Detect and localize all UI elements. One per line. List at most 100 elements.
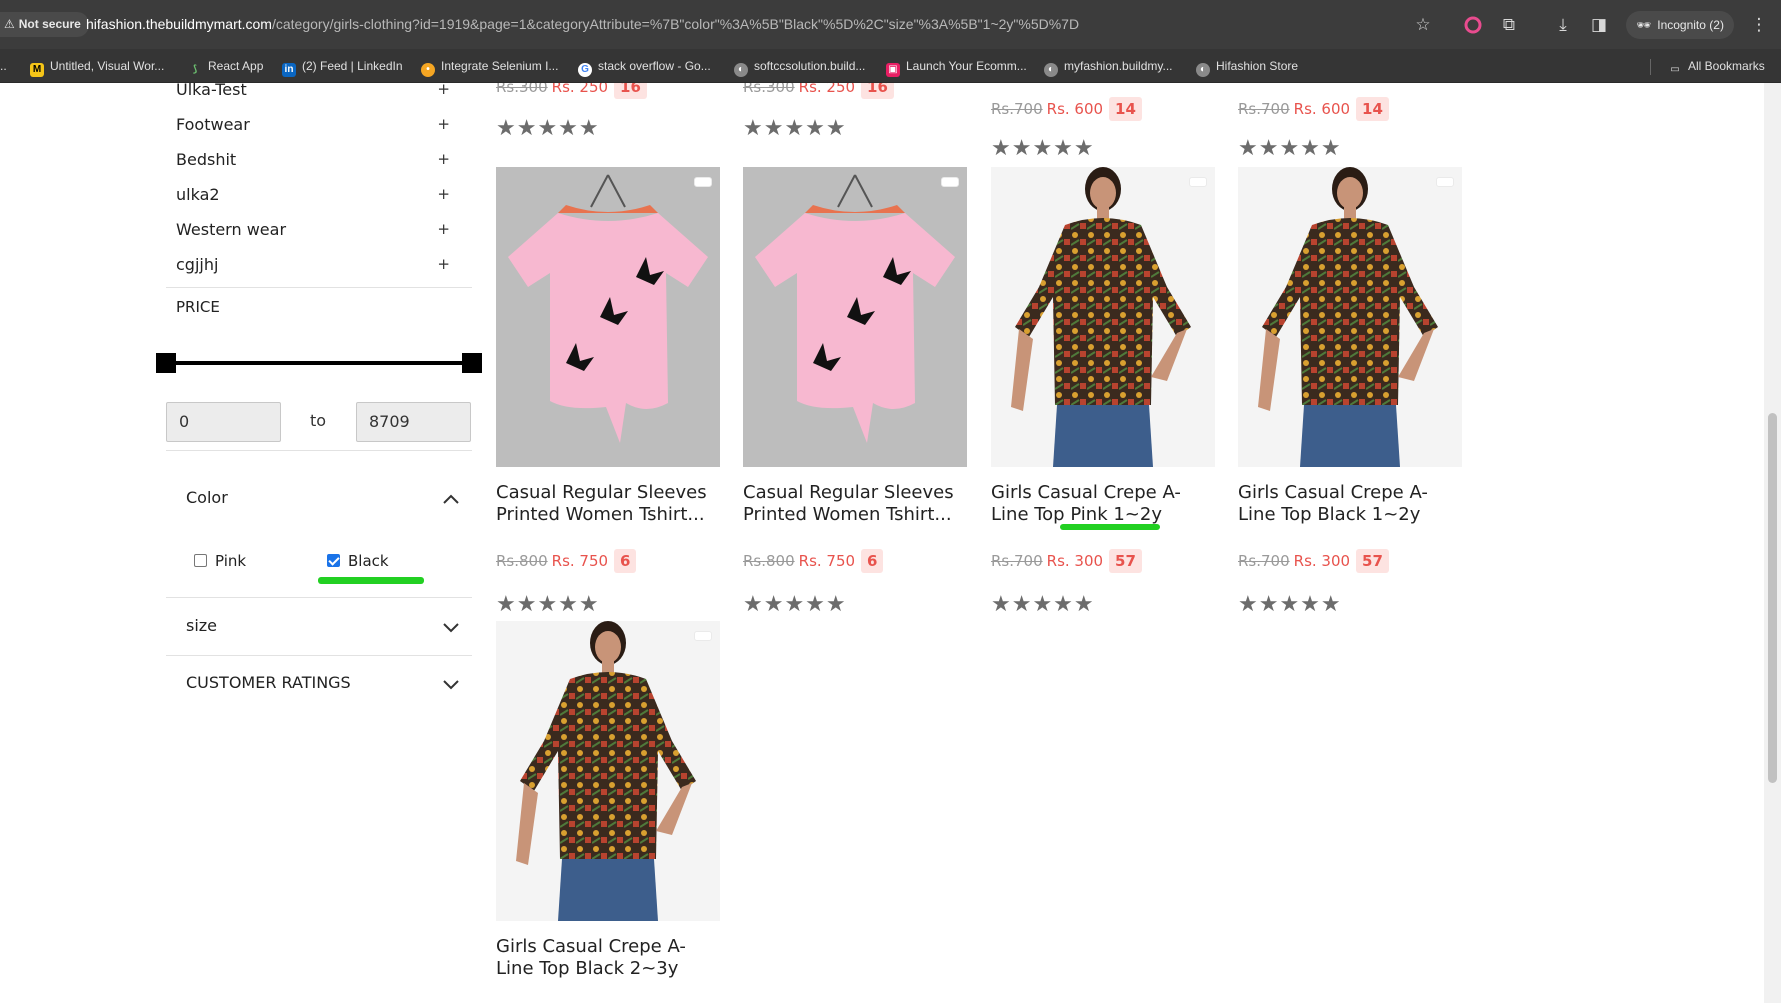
extension-icon[interactable] (1460, 12, 1486, 38)
category-label: ulka2 (176, 185, 220, 204)
original-price: Rs.700 (1238, 100, 1290, 118)
bookmark-label: myfashion.buildmy... (1064, 59, 1173, 73)
expand-plus-icon[interactable]: + (437, 115, 450, 133)
star-rating: ★★★★★ (496, 115, 600, 140)
category-cgjjhj[interactable]: cgjjhj + (176, 255, 462, 279)
wishlist-icon[interactable] (694, 631, 712, 641)
star-rating: ★★★★★ (1238, 135, 1342, 160)
page-scrollbar[interactable] (1764, 83, 1781, 1003)
expand-plus-icon[interactable]: + (437, 220, 450, 238)
product-title[interactable]: Girls Casual Crepe A- Line Top Pink 1~2y (991, 482, 1217, 526)
ratings-facet-title: CUSTOMER RATINGS (186, 673, 351, 692)
browser-address-bar: ⚠ Not secure hifashion.thebuildmymart.com… (0, 0, 1781, 49)
download-icon[interactable]: ⤓ (1550, 12, 1576, 38)
security-chip[interactable]: ⚠ Not secure (0, 12, 89, 37)
category-bedshit[interactable]: Bedshit + (176, 150, 462, 174)
expand-plus-icon[interactable]: + (437, 255, 450, 273)
bookmark-4[interactable]: Gstack overflow - Go... (578, 58, 711, 77)
globe-icon: ◐ (1044, 63, 1058, 77)
product-title-line: Casual Regular Sleeves (743, 482, 954, 503)
price-slider-track[interactable] (160, 361, 478, 365)
bookmark-2[interactable]: in (2) Feed | LinkedIn (282, 58, 403, 77)
wishlist-icon[interactable] (941, 177, 959, 187)
product-title[interactable]: Girls Casual Crepe A- Line Top Black 1~2… (1238, 482, 1464, 526)
url-text[interactable]: hifashion.thebuildmymart.com/category/gi… (86, 16, 1079, 32)
discount-badge: 6 (614, 549, 637, 573)
google-icon: G (578, 63, 592, 77)
price-filter-title: PRICE (176, 298, 220, 316)
star-rating: ★★★★★ (991, 135, 1095, 160)
wishlist-icon[interactable] (1436, 177, 1454, 187)
sale-price: Rs. 250 (798, 83, 856, 96)
product-price: Rs.700 Rs. 600 14 (1238, 97, 1389, 127)
price-slider-min-handle[interactable] (156, 353, 176, 373)
discount-badge: 57 (1356, 549, 1389, 573)
product-image[interactable] (496, 621, 720, 921)
bookmark-6[interactable]: ▣ Launch Your Ecomm... (886, 58, 1027, 77)
color-option-pink[interactable]: Pink (194, 552, 246, 576)
bookmark-0[interactable]: M Untitled, Visual Wor... (30, 58, 164, 77)
price-to-label: to (310, 411, 327, 430)
bookmarks-separator (1650, 59, 1651, 75)
product-title[interactable]: Girls Casual Crepe A- Line Top Black 2~3… (496, 936, 722, 980)
chevron-down-icon[interactable] (442, 618, 460, 636)
category-ulka-test[interactable]: Ulka-Test + (176, 83, 462, 104)
size-facet-header[interactable]: size (186, 616, 466, 646)
bookmark-label: stack overflow - Go... (598, 59, 711, 73)
expand-plus-icon[interactable]: + (437, 150, 450, 168)
sale-price: Rs. 750 (798, 552, 856, 570)
bookmark-7[interactable]: ◐ myfashion.buildmy... (1044, 58, 1173, 77)
star-icon[interactable]: ☆ (1410, 12, 1436, 38)
original-price: Rs.700 (991, 100, 1043, 118)
ratings-facet-header[interactable]: CUSTOMER RATINGS (186, 673, 466, 703)
bookmark-label: Integrate Selenium I... (441, 59, 559, 73)
product-title[interactable]: Casual Regular Sleeves Printed Women Tsh… (743, 482, 969, 526)
highlight-annotation (318, 577, 424, 584)
bookmarks-overflow[interactable]: .. (0, 58, 7, 74)
product-title-line: Girls Casual Crepe A- (1238, 482, 1428, 503)
bookmark-favicon: M (30, 63, 44, 77)
product-image[interactable] (1238, 167, 1462, 467)
all-bookmarks[interactable]: ▭ All Bookmarks (1668, 58, 1764, 75)
color-option-black[interactable]: Black (327, 552, 389, 576)
folder-icon: ▭ (1670, 64, 1680, 75)
chevron-down-icon[interactable] (442, 675, 460, 693)
wishlist-icon[interactable] (1189, 177, 1207, 187)
sale-price: Rs. 600 (1293, 100, 1351, 118)
pink-checkbox[interactable] (194, 554, 207, 567)
bookmark-label: React App (208, 59, 264, 73)
scrollbar-thumb[interactable] (1768, 413, 1777, 783)
product-image[interactable] (496, 167, 720, 467)
incognito-chip[interactable]: 🕶 Incognito (2) (1626, 11, 1734, 39)
bookmark-3[interactable]: • Integrate Selenium I... (421, 58, 559, 77)
printed-top-model-image (1258, 167, 1438, 467)
product-price: Rs.700 Rs. 600 14 (991, 97, 1142, 127)
product-title[interactable]: Casual Regular Sleeves Printed Women Tsh… (496, 482, 722, 526)
puzzle-icon[interactable]: ⧉ (1496, 12, 1522, 38)
bookmark-label: (2) Feed | LinkedIn (302, 59, 403, 73)
category-footwear[interactable]: Footwear + (176, 115, 462, 139)
price-slider-max-handle[interactable] (462, 353, 482, 373)
product-image[interactable] (743, 167, 967, 467)
highlight-annotation (1060, 524, 1160, 530)
color-facet-header[interactable]: Color (186, 488, 466, 518)
product-image[interactable] (991, 167, 1215, 467)
chevron-up-icon[interactable] (442, 490, 460, 508)
category-ulka2[interactable]: ulka2 + (176, 185, 462, 209)
bookmark-8[interactable]: ◐ Hifashion Store (1196, 58, 1298, 77)
globe-icon: ◐ (1196, 63, 1210, 77)
bookmark-1[interactable]: ⟆ React App (188, 58, 264, 75)
expand-plus-icon[interactable]: + (437, 185, 450, 203)
wishlist-icon[interactable] (694, 177, 712, 187)
bookmark-5[interactable]: ◐ softccsolution.build... (734, 58, 865, 77)
category-western-wear[interactable]: Western wear + (176, 220, 462, 244)
expand-plus-icon[interactable]: + (437, 83, 450, 98)
price-min-input[interactable]: 0 (166, 402, 281, 442)
price-max-input[interactable]: 8709 (356, 402, 471, 442)
star-rating: ★★★★★ (743, 115, 847, 140)
sidepanel-icon[interactable]: ◨ (1586, 12, 1612, 38)
product-title-line: Girls Casual Crepe A- (496, 936, 686, 957)
bookmark-favicon: ⟆ (192, 64, 198, 75)
black-checkbox[interactable] (327, 554, 340, 567)
menu-icon[interactable]: ⋮ (1746, 12, 1772, 38)
